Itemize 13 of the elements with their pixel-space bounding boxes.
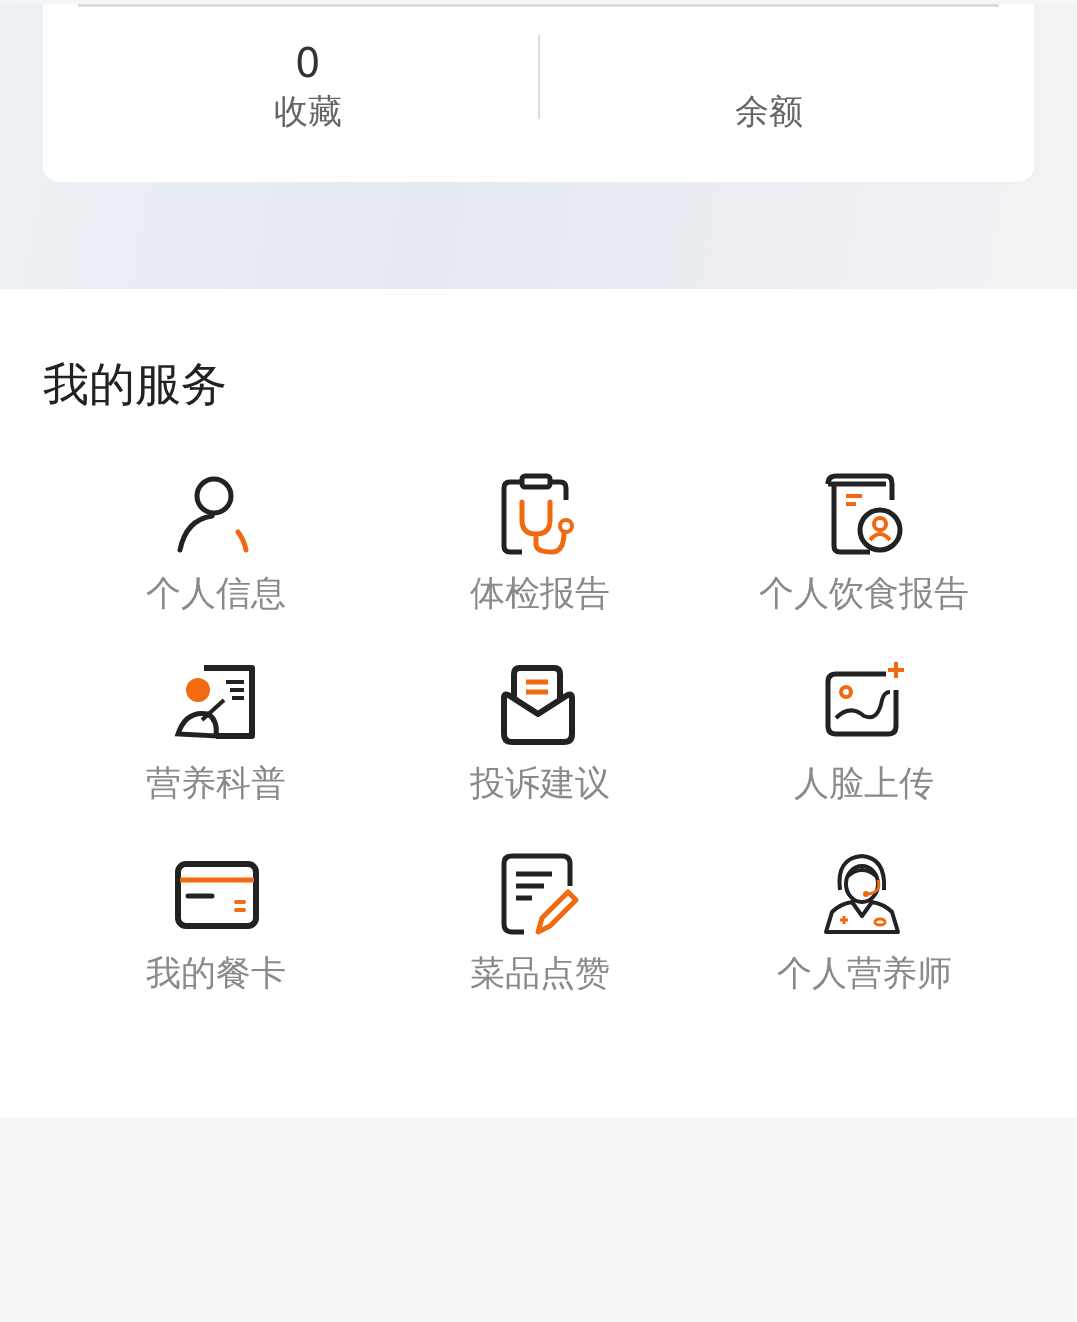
stat-value: 0 <box>295 41 321 86</box>
section-title: 我的服务 <box>43 357 228 413</box>
service-item[interactable]: 营养科普 <box>146 660 286 805</box>
service-item[interactable]: 投诉建议 <box>470 660 610 805</box>
service-item[interactable]: 人脸上传 <box>794 660 934 805</box>
service-item[interactable]: 个人营养师 <box>776 850 952 995</box>
stat-label: 收藏 <box>273 91 342 132</box>
service-item[interactable]: 个人信息 <box>146 470 286 615</box>
service-item[interactable]: 菜品点赞 <box>470 850 610 995</box>
service-item[interactable]: 个人饮食报告 <box>759 470 969 615</box>
stat-label: 余额 <box>735 91 804 132</box>
service-item[interactable]: 我的餐卡 <box>146 850 286 995</box>
service-item[interactable]: 体检报告 <box>470 470 610 615</box>
